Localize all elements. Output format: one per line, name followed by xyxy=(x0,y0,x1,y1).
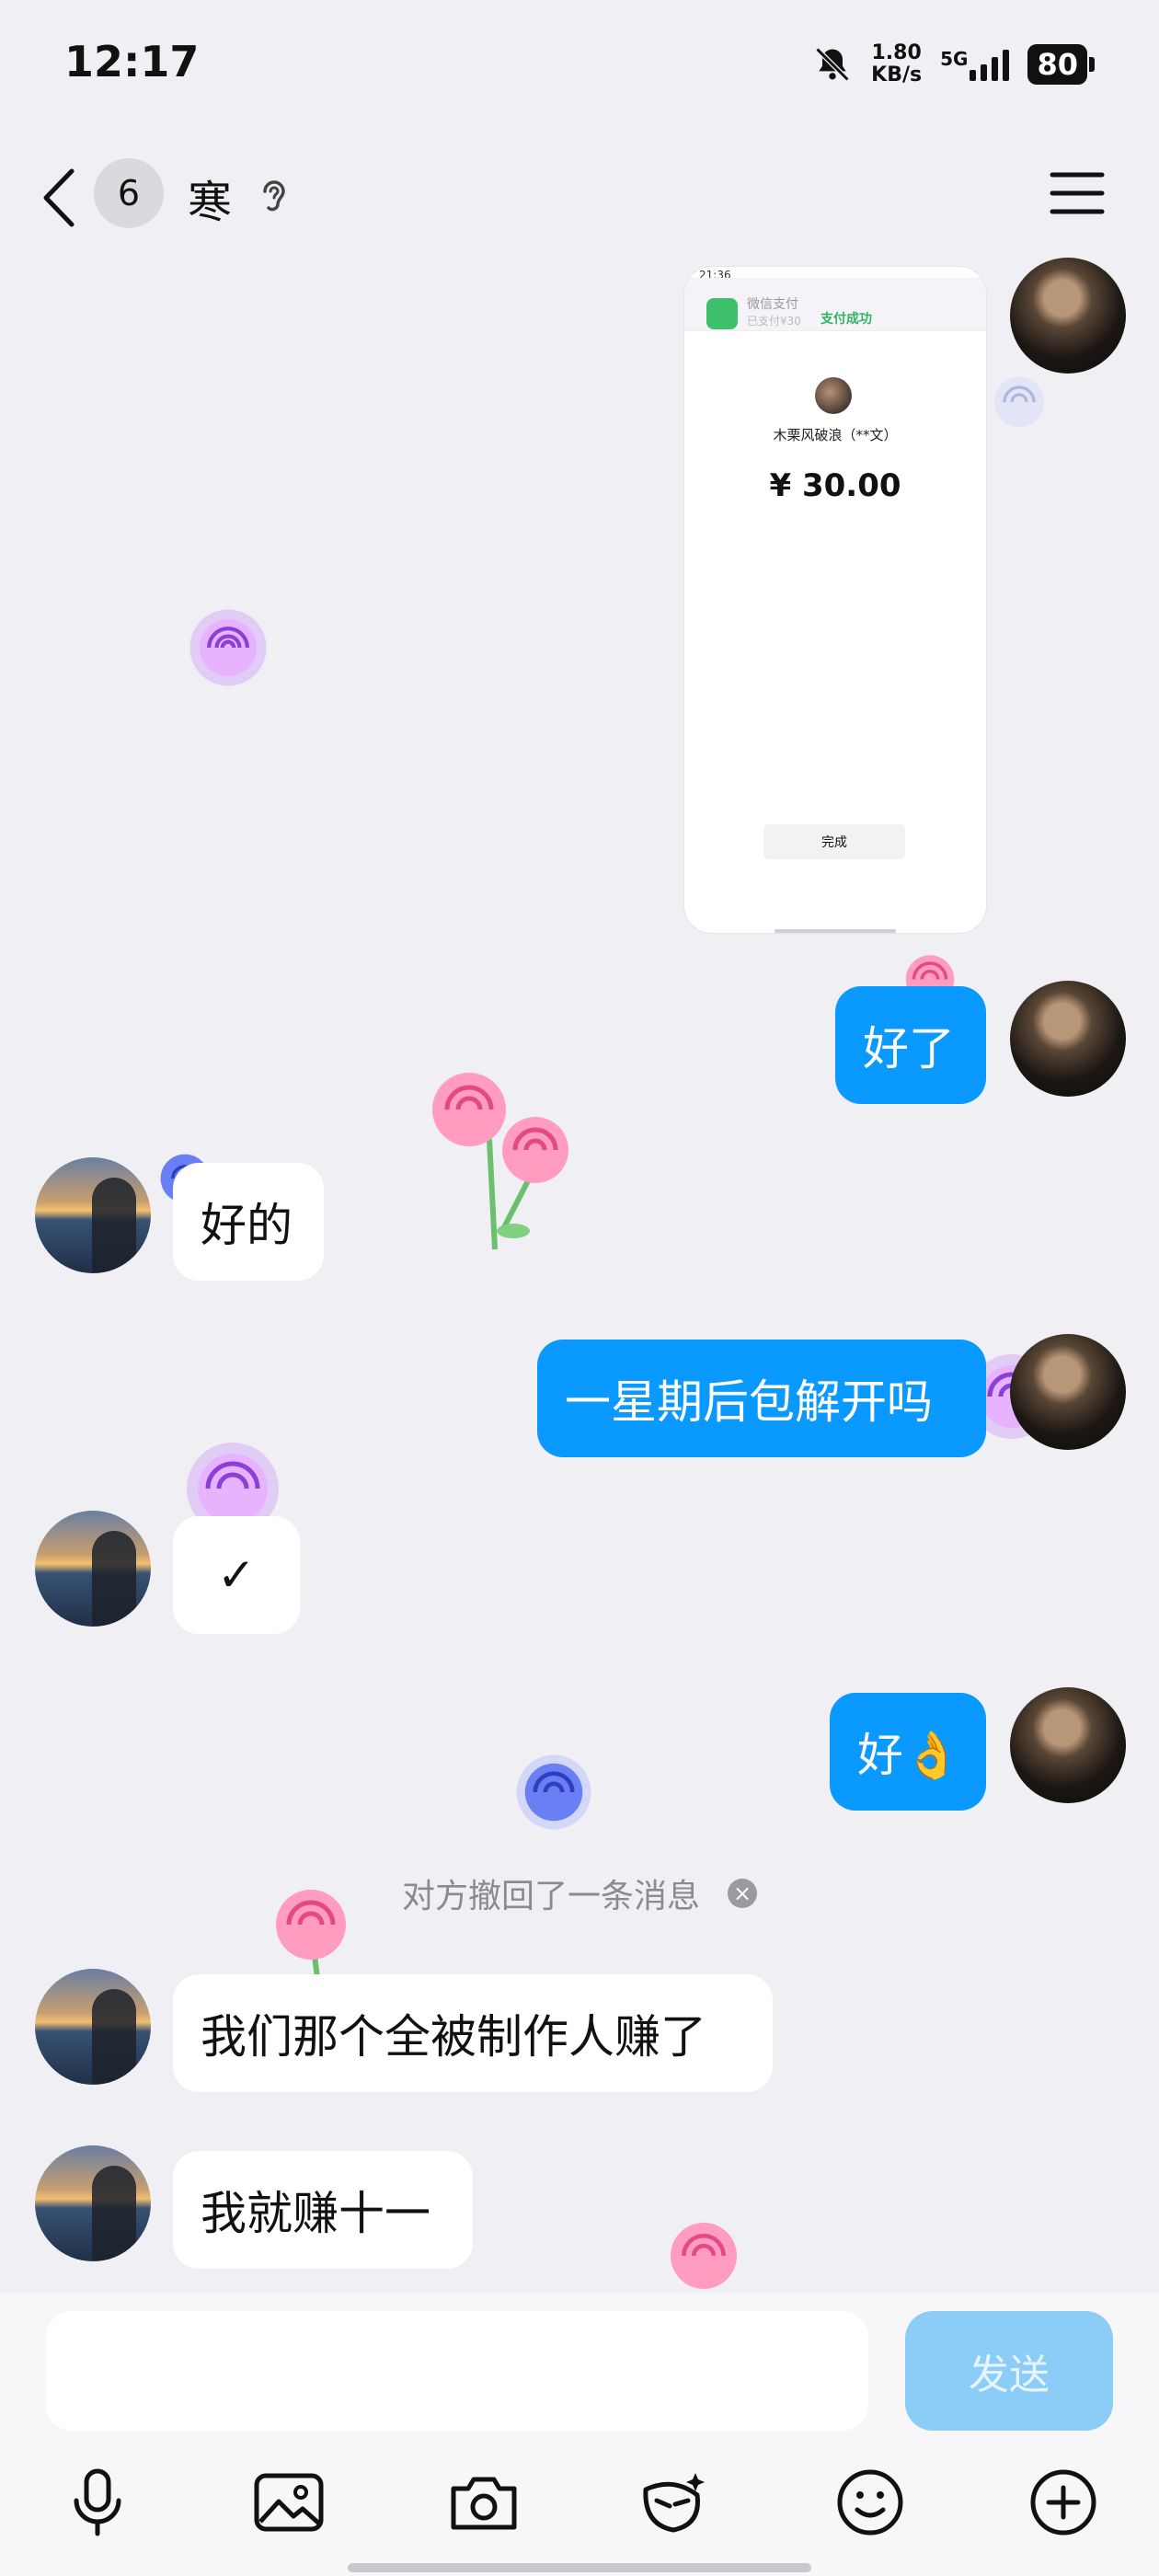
contact-avatar[interactable] xyxy=(35,1157,151,1273)
incoming-message[interactable]: ✓ xyxy=(173,1516,300,1634)
pink-roses-bouquet-icon xyxy=(432,1073,568,1250)
net-speed: 1.80 KB/s xyxy=(871,41,923,86)
ear-icon xyxy=(263,180,285,212)
payment-screenshot-image[interactable]: 21:36 微信支付 已支付¥30 支付成功 木栗风破浪（**文） ¥ 30.0… xyxy=(684,267,986,933)
battery-icon: 80 xyxy=(1027,44,1095,85)
self-avatar[interactable] xyxy=(1010,1687,1126,1803)
incoming-message[interactable]: 我们那个全被制作人赚了 xyxy=(173,1974,773,2092)
outgoing-message[interactable]: 一星期后包解开吗 xyxy=(537,1340,986,1457)
smiley-icon[interactable] xyxy=(833,2466,907,2539)
unread-count-badge[interactable]: 6 xyxy=(94,158,164,228)
signal-bars-icon xyxy=(970,48,1010,81)
status-icons: 1.80 KB/s 5G 80 xyxy=(812,37,1095,92)
self-avatar[interactable] xyxy=(1010,258,1126,374)
recall-notice: 对方撤回了一条消息 × xyxy=(0,1869,1159,1917)
camera-icon[interactable] xyxy=(447,2466,521,2539)
self-avatar[interactable] xyxy=(1010,1334,1126,1450)
self-avatar[interactable] xyxy=(1010,981,1126,1097)
contact-avatar[interactable] xyxy=(35,2145,151,2261)
payee-avatar xyxy=(815,377,852,414)
incoming-message[interactable]: 我就赚十一 xyxy=(173,2151,473,2269)
status-time: 12:17 xyxy=(64,37,200,86)
contact-avatar[interactable] xyxy=(35,1969,151,2085)
purple-rose-icon xyxy=(189,609,267,686)
message-input[interactable] xyxy=(46,2311,868,2431)
blue-rose-icon xyxy=(516,1754,591,1830)
image-icon[interactable] xyxy=(252,2466,326,2539)
outgoing-message[interactable]: 好了 xyxy=(835,986,986,1104)
chat-title[interactable]: 寒 xyxy=(188,166,232,230)
done-button: 完成 xyxy=(763,824,905,859)
payment-notification: 微信支付 已支付¥30 支付成功 xyxy=(684,278,986,331)
magic-emoji-icon[interactable] xyxy=(637,2466,710,2539)
wechat-pay-icon xyxy=(706,298,738,329)
plus-icon[interactable] xyxy=(1027,2466,1100,2539)
send-button[interactable]: 发送 xyxy=(905,2311,1113,2431)
payee-name: 木栗风破浪（**文） xyxy=(773,427,898,443)
pink-rose-icon xyxy=(671,2222,737,2289)
dismiss-icon[interactable]: × xyxy=(728,1879,757,1908)
microphone-icon[interactable] xyxy=(61,2466,134,2539)
payment-amount: ¥ 30.00 xyxy=(769,467,901,504)
incoming-message[interactable]: 好的 xyxy=(173,1163,324,1281)
outgoing-message[interactable]: 好👌 xyxy=(830,1693,986,1811)
back-arrow-icon[interactable] xyxy=(37,166,83,230)
contact-avatar[interactable] xyxy=(35,1511,151,1627)
home-indicator[interactable] xyxy=(348,2563,811,2572)
mute-bell-icon xyxy=(815,47,850,82)
menu-icon[interactable] xyxy=(1049,169,1106,217)
faded-rose-icon xyxy=(993,376,1045,428)
purple-rose-icon xyxy=(187,1443,279,1529)
signal-indicator: 5G xyxy=(940,48,1010,81)
